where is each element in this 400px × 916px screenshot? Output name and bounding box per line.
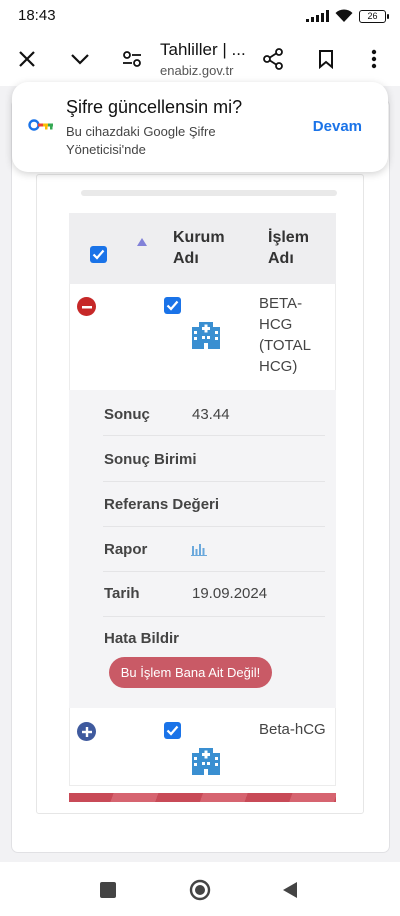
signal-icon [306,10,329,22]
table-header: Kurum Adı İşlem Adı [69,213,336,284]
table-row[interactable]: BETA-HCG (TOTAL HCG) [69,284,336,390]
navigation-bar [0,862,400,916]
battery-level: 26 [367,10,378,21]
divider [103,481,325,482]
divider [103,435,325,436]
status-icons: 26 [306,9,389,23]
collapse-row-icon[interactable] [77,297,96,316]
row-checkbox[interactable] [164,297,181,314]
more-icon[interactable] [357,42,391,76]
column-procedure[interactable]: İşlem Adı [268,227,324,269]
page-title[interactable]: Tahliller | ... [160,40,252,60]
divider [103,616,325,617]
key-icon [28,119,53,131]
close-icon[interactable] [10,42,44,76]
row-details: Sonuç 43.44 Sonuç Birimi Referans Değeri… [69,390,336,708]
date-value: 19.09.2024 [192,585,268,602]
result-label: Sonuç [104,406,150,423]
result-value: 43.44 [192,406,230,423]
recents-icon[interactable] [100,882,116,898]
bookmark-icon[interactable] [309,42,343,76]
hospital-icon [192,748,220,775]
browser-toolbar: Tahliller | ... enabiz.gov.tr [0,32,400,86]
not-my-procedure-button[interactable]: Bu İşlem Bana Ait Değil! [109,657,272,688]
procedure-name: BETA-HCG (TOTAL HCG) [259,295,311,375]
table-footer-bar [69,793,336,802]
sort-asc-icon[interactable] [137,238,147,246]
date-label: Tarih [104,585,140,602]
row-checkbox[interactable] [164,722,181,739]
prompt-title: Şifre güncellensin mi? [66,97,243,117]
divider [103,571,325,572]
status-time: 18:43 [18,7,56,24]
wifi-icon [335,9,353,22]
column-institution[interactable]: Kurum Adı [173,227,233,269]
select-all-checkbox[interactable] [90,246,107,263]
horizontal-scrollbar[interactable] [81,190,337,196]
status-bar: 18:43 26 [0,0,400,32]
procedure-name: Beta-hCG [259,721,326,738]
prompt-subtitle: Bu cihazdaki Google Şifre Yöneticisi'nde [66,124,216,157]
hospital-icon [192,322,220,349]
report-label: Rapor [104,541,148,558]
battery-icon: 26 [359,9,389,23]
divider [103,526,325,527]
reference-label: Referans Değeri [104,496,220,513]
continue-button[interactable]: Devam [313,118,362,135]
site-settings-icon[interactable] [115,42,149,76]
chevron-down-icon[interactable] [63,42,97,76]
page-url[interactable]: enabiz.gov.tr [160,63,233,78]
expand-row-icon[interactable] [77,722,96,741]
table-row[interactable]: Beta-hCG [69,708,336,786]
error-report-label: Hata Bildir [104,630,180,647]
report-chart-icon[interactable] [191,542,207,556]
home-icon[interactable] [189,879,211,901]
share-icon[interactable] [256,42,290,76]
password-update-prompt[interactable]: Şifre güncellensin mi? Bu cihazdaki Goog… [12,82,388,172]
unit-label: Sonuç Birimi [104,451,197,468]
back-icon[interactable] [282,881,298,899]
